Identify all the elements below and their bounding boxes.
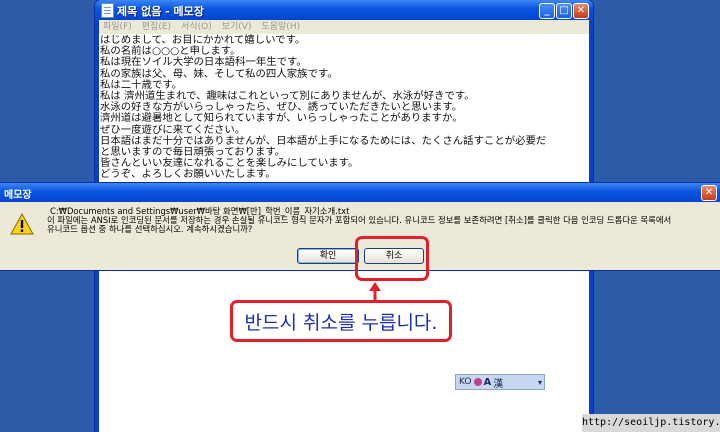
menu-help[interactable]: 도움말(H) — [261, 20, 300, 34]
notepad-icon — [101, 3, 114, 18]
minimize-button[interactable]: _ — [539, 3, 555, 19]
cancel-highlight-box — [355, 236, 429, 281]
menu-view[interactable]: 보기(V) — [222, 20, 252, 34]
window-title: 제목 없음 - 메모장 — [117, 5, 204, 18]
text-line: ぜひ一度遊びに来てください。 — [100, 123, 246, 136]
ime-mode-hanja[interactable]: 漢 — [493, 375, 503, 390]
chevron-down-icon[interactable]: ▾ — [538, 378, 542, 387]
ime-lang-label: KO — [459, 377, 472, 387]
dialog-title: 메모장 — [4, 190, 32, 201]
ime-status-icon — [473, 378, 482, 386]
dialog-close-button[interactable]: ✕ — [701, 185, 717, 201]
editor-content: はじめまして、お目にかかれて嬉しいです。 私の名前は○○○と申します。 私は現在… — [100, 34, 580, 181]
maximize-button[interactable]: □ — [556, 3, 572, 19]
text-line: 濟州道は避暑地として知られていますが、いらっしゃったことがありますか。 — [100, 112, 463, 125]
menu-edit[interactable]: 편집(E) — [142, 20, 171, 34]
ok-button[interactable]: 확인 — [297, 248, 359, 264]
watermark-url: http://seoiljp.tistory.com — [582, 414, 720, 432]
dialog-titlebar[interactable]: 메모장 ✕ — [0, 183, 720, 202]
menu-format[interactable]: 서식(O) — [181, 20, 212, 34]
menu-bar: 파일(F) 편집(E) 서식(O) 보기(V) 도움말(H) — [99, 20, 589, 34]
text-line: 私は現在ソイル大学の日本語科一年生です。 — [100, 56, 307, 69]
ime-mode-a[interactable]: A — [484, 377, 492, 388]
menu-file[interactable]: 파일(F) — [103, 20, 132, 34]
close-button[interactable]: ✕ — [573, 3, 589, 19]
instruction-callout: 반드시 취소를 누릅니다. — [230, 300, 452, 342]
text-line: どうぞ、よろしくお願いいたします。 — [100, 168, 276, 181]
message-line: 유니코드 옵션 중 하나를 선택하십시오. 계속하시겠습니까? — [47, 224, 253, 235]
ime-language-bar[interactable]: KO A 漢 ▾ — [455, 374, 545, 390]
notepad-titlebar[interactable]: 제목 없음 - 메모장 _ □ ✕ — [95, 0, 593, 20]
dialog-message: C:₩Documents and Settings₩user₩바탕 화면₩[반]… — [47, 206, 717, 235]
warning-icon — [10, 213, 34, 235]
